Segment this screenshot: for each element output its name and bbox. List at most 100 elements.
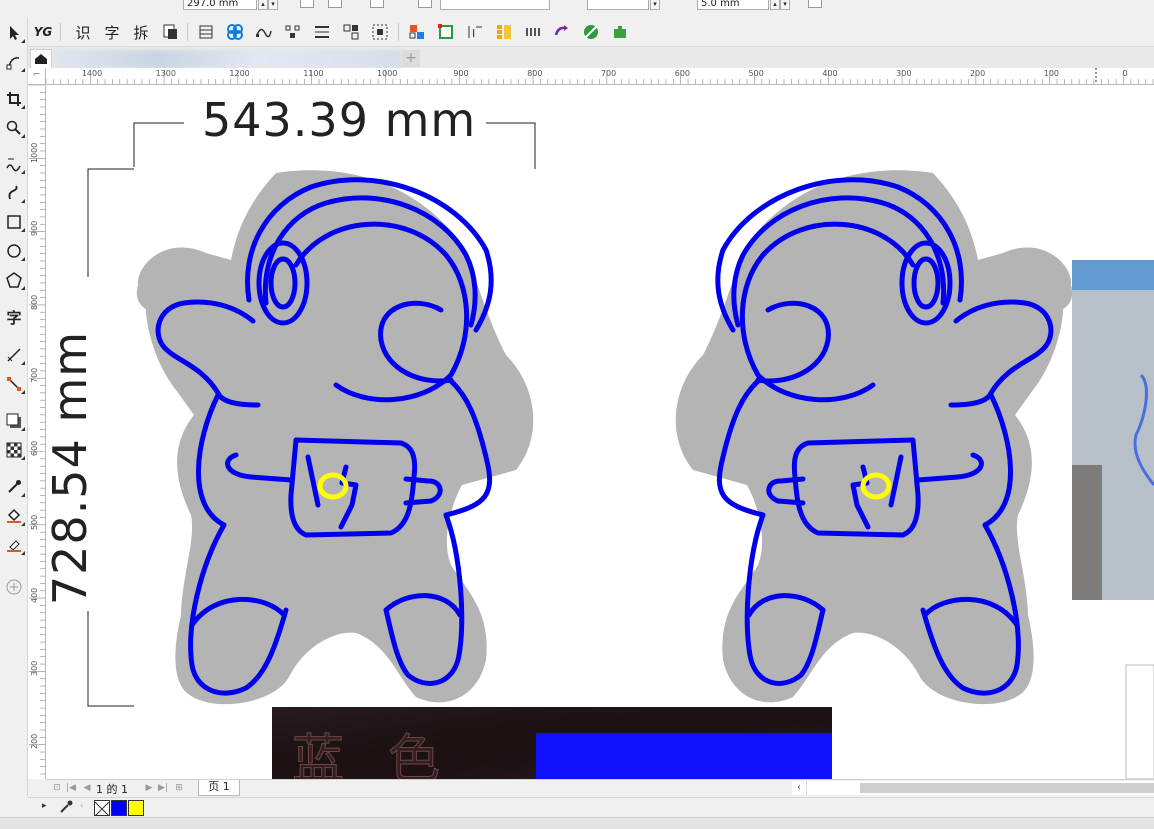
options-button[interactable] (808, 0, 822, 8)
node-curve-icon[interactable] (253, 21, 275, 43)
ruler-tick-label: 1100 (303, 69, 324, 78)
no-fill-icon[interactable] (580, 21, 602, 43)
last-page-button[interactable]: ▶| (158, 782, 168, 794)
recognize-text-button[interactable]: 识 (72, 21, 94, 43)
text-align-icon[interactable]: I (464, 21, 486, 43)
plugin-puzzle-icon[interactable] (609, 21, 631, 43)
astronaut-right[interactable] (675, 170, 1073, 705)
astronaut-right-background (675, 170, 1073, 705)
nudge-dropdown[interactable]: ▾ (650, 0, 660, 10)
ruler-corner[interactable]: ⌐ (28, 68, 46, 85)
freehand-tool-icon[interactable] (3, 153, 25, 175)
ruler-tick-label: 200 (969, 69, 986, 78)
ruler-tick-label: 400 (822, 69, 838, 78)
eyedropper-palette-icon[interactable] (58, 799, 74, 819)
blue-swatch[interactable] (111, 800, 127, 816)
right-page-edge (1125, 664, 1154, 779)
no-color-swatch[interactable] (94, 800, 110, 817)
color-shapes-icon[interactable] (406, 21, 428, 43)
weld-icon[interactable] (224, 21, 246, 43)
transparency-tool-icon[interactable] (3, 439, 25, 461)
ruler-tick-label: 100 (1043, 69, 1060, 78)
split-button[interactable]: 拆 (130, 21, 152, 43)
image-frame-icon[interactable] (435, 21, 457, 43)
units-select[interactable] (440, 0, 550, 10)
dots-icon[interactable] (522, 21, 544, 43)
interactive-fill-tool-icon[interactable] (3, 505, 25, 527)
ruler-tick-label: 1200 (229, 69, 250, 78)
character-button[interactable]: 字 (101, 21, 123, 43)
text-tool-icon[interactable]: 字 (3, 306, 25, 328)
drawing-canvas[interactable]: 543.39 mm 728.54 mm 蓝色 (46, 85, 1154, 779)
scroll-left-icon[interactable]: ‹ (792, 781, 807, 795)
artistic-media-icon[interactable] (3, 182, 25, 204)
width-dimension-label[interactable]: 543.39 mm (198, 93, 481, 147)
astronaut-left[interactable] (136, 170, 534, 705)
reference-photo-right[interactable] (1072, 260, 1154, 600)
smart-fill-tool-icon[interactable] (3, 534, 25, 556)
standard-toolbar: YG 识 字 拆 I (0, 17, 1154, 47)
property-bar: 297.0 mm ▴ ▾ ▾ 5.0 mm ▴ ▾ (0, 0, 1154, 16)
eyedropper-tool-icon[interactable] (3, 476, 25, 498)
prev-page-button[interactable]: ◀ (82, 782, 92, 794)
palette-scroll-icon[interactable]: ▸ (42, 801, 47, 811)
photo-caption-text: 蓝色 (291, 730, 485, 780)
rectangle-tool-icon[interactable] (3, 211, 25, 233)
connector-tool-icon[interactable] (3, 373, 25, 395)
polygon-tool-icon[interactable] (3, 269, 25, 291)
height-spinner-down[interactable]: ▾ (268, 0, 278, 10)
drop-shadow-tool-icon[interactable] (3, 410, 25, 432)
scroll-thumb[interactable] (860, 783, 1154, 793)
add-page-button[interactable]: ⊞ (174, 782, 184, 794)
fit-page-button[interactable]: ⊡ (52, 782, 62, 794)
yellow-swatch[interactable] (128, 800, 144, 816)
crop-tool-icon[interactable] (3, 88, 25, 110)
ruler-tick-label: 300 (30, 660, 39, 677)
ruler-tick-label: 500 (748, 69, 764, 78)
all-pages-button[interactable] (370, 0, 384, 8)
landscape-button[interactable] (328, 0, 342, 8)
next-page-button[interactable]: ▶ (144, 782, 154, 794)
outline-spin-up[interactable]: ▴ (770, 0, 780, 10)
clipboard-icon[interactable] (159, 21, 181, 43)
page-navigator: ⊡ |◀ ◀ 1 的 1 ▶ ▶| ⊞ 页 1 ‹ (46, 779, 1154, 797)
ellipse-tool-icon[interactable] (3, 240, 25, 262)
align-button[interactable] (418, 0, 432, 8)
nudge-field[interactable] (587, 0, 649, 10)
convert-icon[interactable] (551, 21, 573, 43)
object-height-field[interactable]: 297.0 mm (183, 0, 257, 10)
palette-prev-icon[interactable]: ‹ (80, 801, 84, 811)
home-tab[interactable] (30, 49, 52, 68)
select-box-icon[interactable] (369, 21, 391, 43)
add-tool-icon[interactable] (3, 576, 25, 598)
zoom-tool-icon[interactable] (3, 117, 25, 139)
toolbox: 字 (0, 17, 28, 796)
horizontal-ruler[interactable]: 1400 1300 1200 1100 1000 900 800 700 600 500 400 30… (46, 68, 1154, 85)
ruler-tick-label: 700 (600, 69, 617, 78)
new-tab-button[interactable]: + (402, 50, 420, 67)
horizontal-scrollbar[interactable]: ‹ (792, 781, 1154, 795)
toolbar-separator (187, 23, 188, 41)
dimension-tool-icon[interactable] (3, 344, 25, 366)
distribute-icon[interactable] (282, 21, 304, 43)
bars-icon[interactable] (493, 21, 515, 43)
outline-spin-down[interactable]: ▾ (780, 0, 790, 10)
pick-tool-icon[interactable] (3, 22, 25, 44)
height-spinner-up[interactable]: ▴ (258, 0, 268, 10)
document-tab-blurred[interactable] (54, 50, 402, 68)
ruler-tick-label: 800 (527, 69, 543, 78)
grid-align-icon[interactable] (340, 21, 362, 43)
table-icon[interactable] (195, 21, 217, 43)
yg-plugin-button[interactable]: YG (32, 21, 54, 43)
vertical-ruler[interactable]: 1000 900 800 700 600 500 400 300 200 (28, 85, 46, 779)
lines-icon[interactable] (311, 21, 333, 43)
ruler-tick-label: 500 (30, 514, 39, 530)
height-dimension-label[interactable]: 728.54 mm (46, 268, 97, 668)
outline-width-field[interactable]: 5.0 mm (697, 0, 769, 10)
first-page-button[interactable]: |◀ (66, 782, 76, 794)
tab-page-1[interactable]: 页 1 (198, 780, 240, 796)
portrait-button[interactable] (300, 0, 314, 8)
shape-tool-icon[interactable] (3, 51, 25, 73)
toolbar-separator (398, 23, 399, 41)
status-bar (0, 817, 1154, 829)
